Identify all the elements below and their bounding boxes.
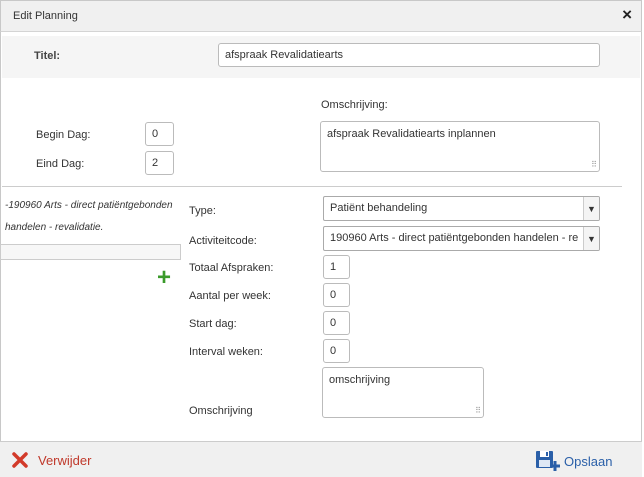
dialog-titlebar: Edit Planning × <box>0 0 642 32</box>
title-label: Titel: <box>34 50 61 62</box>
activity-list-bar[interactable] <box>0 244 181 260</box>
activity-description-label: Omschrijving <box>189 405 253 417</box>
per-week-value: 0 <box>330 289 337 301</box>
description-textarea[interactable]: afspraak Revalidatiearts inplannen ⠿ <box>320 121 600 172</box>
plus-icon[interactable]: + <box>157 266 171 290</box>
interval-weeks-label: Interval weken: <box>189 346 263 358</box>
start-day-input[interactable]: 0 <box>323 311 350 335</box>
resize-grip-icon[interactable]: ⠿ <box>475 407 481 415</box>
start-day-label: Start dag: <box>189 318 237 330</box>
chevron-down-icon[interactable]: ▼ <box>583 197 599 220</box>
per-week-input[interactable]: 0 <box>323 283 350 307</box>
interval-weeks-input[interactable]: 0 <box>323 339 350 363</box>
end-day-input[interactable]: 2 <box>145 151 174 175</box>
delete-button-label: Verwijder <box>38 452 92 468</box>
begin-day-value: 0 <box>152 128 159 140</box>
type-select-value: Patiënt behandeling <box>330 202 428 214</box>
save-button[interactable]: Opslaan <box>535 449 612 473</box>
begin-day-label: Begin Dag: <box>36 129 91 141</box>
save-disk-icon <box>536 451 560 471</box>
activity-description-text: omschrijving <box>329 374 391 386</box>
description-label: Omschrijving: <box>321 99 388 111</box>
delete-x-icon <box>12 452 28 468</box>
save-button-label: Opslaan <box>564 453 613 469</box>
interval-weeks-value: 0 <box>330 345 337 357</box>
end-day-value: 2 <box>152 157 159 169</box>
section-divider <box>2 186 622 187</box>
resize-grip-icon[interactable]: ⠿ <box>591 161 597 169</box>
chevron-down-icon[interactable]: ▼ <box>583 227 599 250</box>
begin-day-input[interactable]: 0 <box>145 122 174 146</box>
activity-code-label: Activiteitcode: <box>189 235 257 247</box>
end-day-label: Eind Dag: <box>36 158 85 170</box>
activity-description-textarea[interactable]: omschrijving ⠿ <box>322 367 484 418</box>
close-icon[interactable]: × <box>622 6 632 24</box>
type-label: Type: <box>189 205 216 217</box>
total-appointments-value: 1 <box>330 261 337 273</box>
total-appointments-input[interactable]: 1 <box>323 255 350 279</box>
description-text: afspraak Revalidatiearts inplannen <box>327 128 496 140</box>
selected-activity-text[interactable]: -190960 Arts - direct patiëntgebonden ha… <box>5 195 180 239</box>
title-input[interactable]: afspraak Revalidatiearts <box>218 43 600 67</box>
type-select[interactable]: Patiënt behandeling ▼ <box>323 196 600 221</box>
per-week-label: Aantal per week: <box>189 290 271 302</box>
total-appointments-label: Totaal Afspraken: <box>189 262 274 274</box>
activity-code-value: 190960 Arts - direct patiëntgebonden han… <box>330 232 579 244</box>
activity-code-select[interactable]: 190960 Arts - direct patiëntgebonden han… <box>323 226 600 251</box>
dialog-title: Edit Planning <box>13 10 78 22</box>
start-day-value: 0 <box>330 317 337 329</box>
title-input-value: afspraak Revalidatiearts <box>225 49 344 61</box>
delete-button[interactable]: Verwijder <box>11 451 91 469</box>
